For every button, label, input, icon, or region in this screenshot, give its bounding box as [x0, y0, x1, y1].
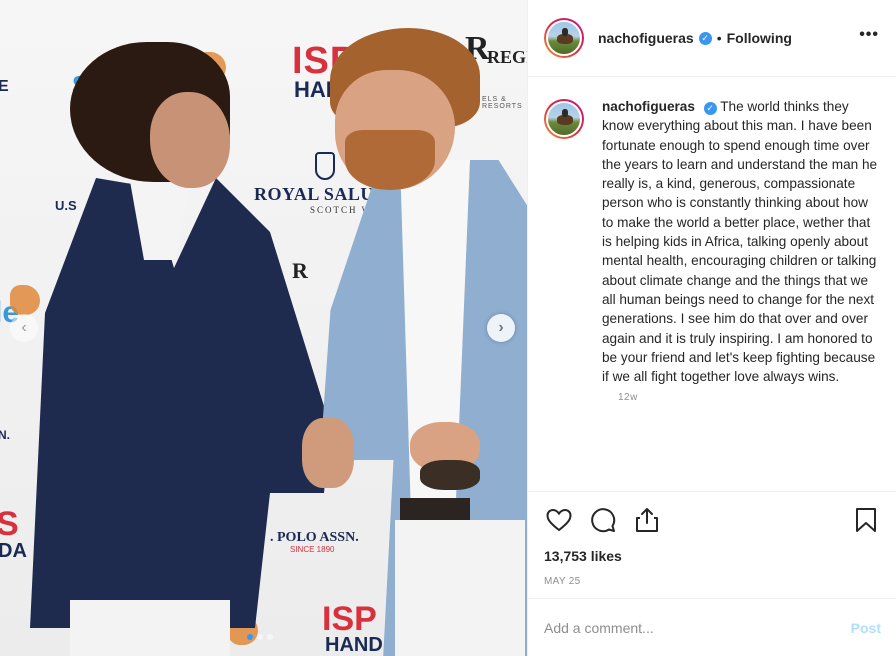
chevron-right-icon: ›	[498, 319, 504, 336]
save-button[interactable]	[851, 505, 881, 535]
handshake	[302, 418, 354, 488]
carousel-dot	[247, 634, 253, 640]
rider-icon	[562, 109, 568, 117]
caption-body: The world thinks they know everything ab…	[602, 99, 878, 385]
carousel-dot	[267, 634, 273, 640]
avatar[interactable]	[544, 99, 584, 139]
backdrop-logo-left-da: DA	[0, 540, 27, 562]
post-comment-button[interactable]: Post	[851, 620, 881, 636]
post-side-panel: nachofigueras ✓ • Following ••• nachofig…	[527, 0, 896, 656]
carousel-next-button[interactable]: ›	[487, 314, 515, 342]
avatar-image	[546, 101, 582, 137]
backdrop-logo-stregis-mark-2: R	[292, 258, 308, 283]
backdrop-logo-left-us: U.S	[55, 198, 77, 213]
like-button[interactable]	[544, 505, 574, 535]
verified-badge-icon: ✓	[698, 31, 712, 45]
rider-icon	[562, 28, 568, 36]
person-right-beard	[345, 130, 435, 190]
more-options-icon[interactable]: •••	[859, 26, 879, 44]
post-date[interactable]: MAY 25	[544, 576, 881, 587]
person-left-face	[150, 92, 230, 188]
backdrop-logo-us-polo: . POLO ASSN.	[270, 530, 359, 545]
backdrop-logo-left-s: S	[0, 505, 19, 543]
avatar-image	[546, 20, 582, 56]
share-button[interactable]	[632, 505, 662, 535]
backdrop-logo-left-e: E	[0, 78, 9, 95]
header-separator: •	[716, 30, 722, 46]
caption-timestamp[interactable]: 12w	[618, 392, 881, 403]
backdrop-logo-left-n: N.	[0, 428, 10, 442]
sunglasses	[420, 460, 480, 490]
carousel-dot	[257, 634, 263, 640]
action-icons-row	[544, 492, 881, 548]
caption-area: nachofigueras ✓ The world thinks they kn…	[528, 77, 896, 491]
chevron-left-icon: ‹	[21, 319, 27, 336]
heart-icon	[546, 508, 572, 532]
person-left-pants	[70, 600, 230, 656]
bookmark-icon	[856, 508, 876, 532]
person-right-belt	[400, 498, 470, 520]
comment-icon	[591, 508, 616, 533]
carousel-indicator	[247, 634, 273, 640]
post-photo[interactable]: ISP HAN R REGIS ELS & RESORTS ROYAL SALU…	[0, 0, 527, 656]
backdrop-logo-regis: REGIS	[487, 47, 527, 67]
verified-badge-icon: ✓	[703, 102, 717, 116]
royal-salute-crest	[315, 152, 335, 180]
comment-input[interactable]	[544, 619, 851, 636]
avatar[interactable]	[544, 18, 584, 58]
backdrop-logo-since: SINCE 1890	[290, 545, 335, 554]
likes-count[interactable]: 13,753 likes	[544, 548, 881, 564]
caption-row: nachofigueras ✓ The world thinks they kn…	[544, 97, 881, 386]
backdrop-logo-hand-bottom: HAND	[325, 634, 383, 656]
caption-text: nachofigueras ✓ The world thinks they kn…	[602, 97, 881, 386]
post-header: nachofigueras ✓ • Following •••	[528, 0, 896, 77]
caption-username-link[interactable]: nachofigueras	[602, 99, 695, 114]
backdrop-logo-regis-sub: ELS & RESORTS	[482, 96, 523, 110]
following-button[interactable]: Following	[727, 30, 792, 46]
carousel-prev-button[interactable]: ‹	[10, 314, 38, 342]
comment-box: Post	[528, 598, 896, 656]
comment-button[interactable]	[588, 505, 618, 535]
person-right-pants	[395, 520, 525, 656]
africa-logo-icon	[10, 285, 40, 315]
username-link[interactable]: nachofigueras	[598, 30, 694, 46]
share-icon	[636, 508, 658, 532]
